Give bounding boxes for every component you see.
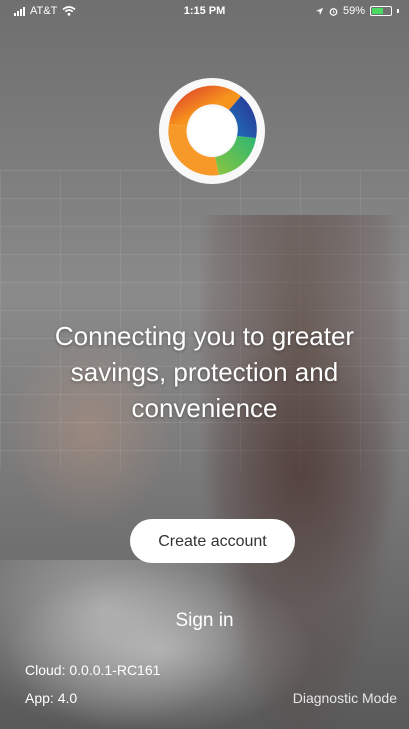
battery-percent: 59% [342,5,365,17]
app-version-label: App: 4.0 [25,690,78,706]
tagline: Connecting you to greater savings, prote… [54,321,355,423]
create-account-button[interactable]: Create account [130,519,295,563]
login-screen: AT&T 1:15 PM 59% Connecting you to great… [0,0,409,729]
cloud-version-label: Cloud: 0.0.0.1-RC161 [25,662,161,678]
location-icon [315,7,324,15]
battery-fill [372,8,383,14]
battery-tip [397,9,399,13]
status-bar: AT&T 1:15 PM 59% [0,0,409,24]
alarm-icon [329,7,338,16]
ring-logo-icon [159,78,265,184]
diagnostic-mode-link[interactable]: Diagnostic Mode [293,690,397,706]
status-right: 59% [315,5,399,17]
battery-icon [370,6,392,16]
sign-in-link[interactable]: Sign in [0,610,409,632]
